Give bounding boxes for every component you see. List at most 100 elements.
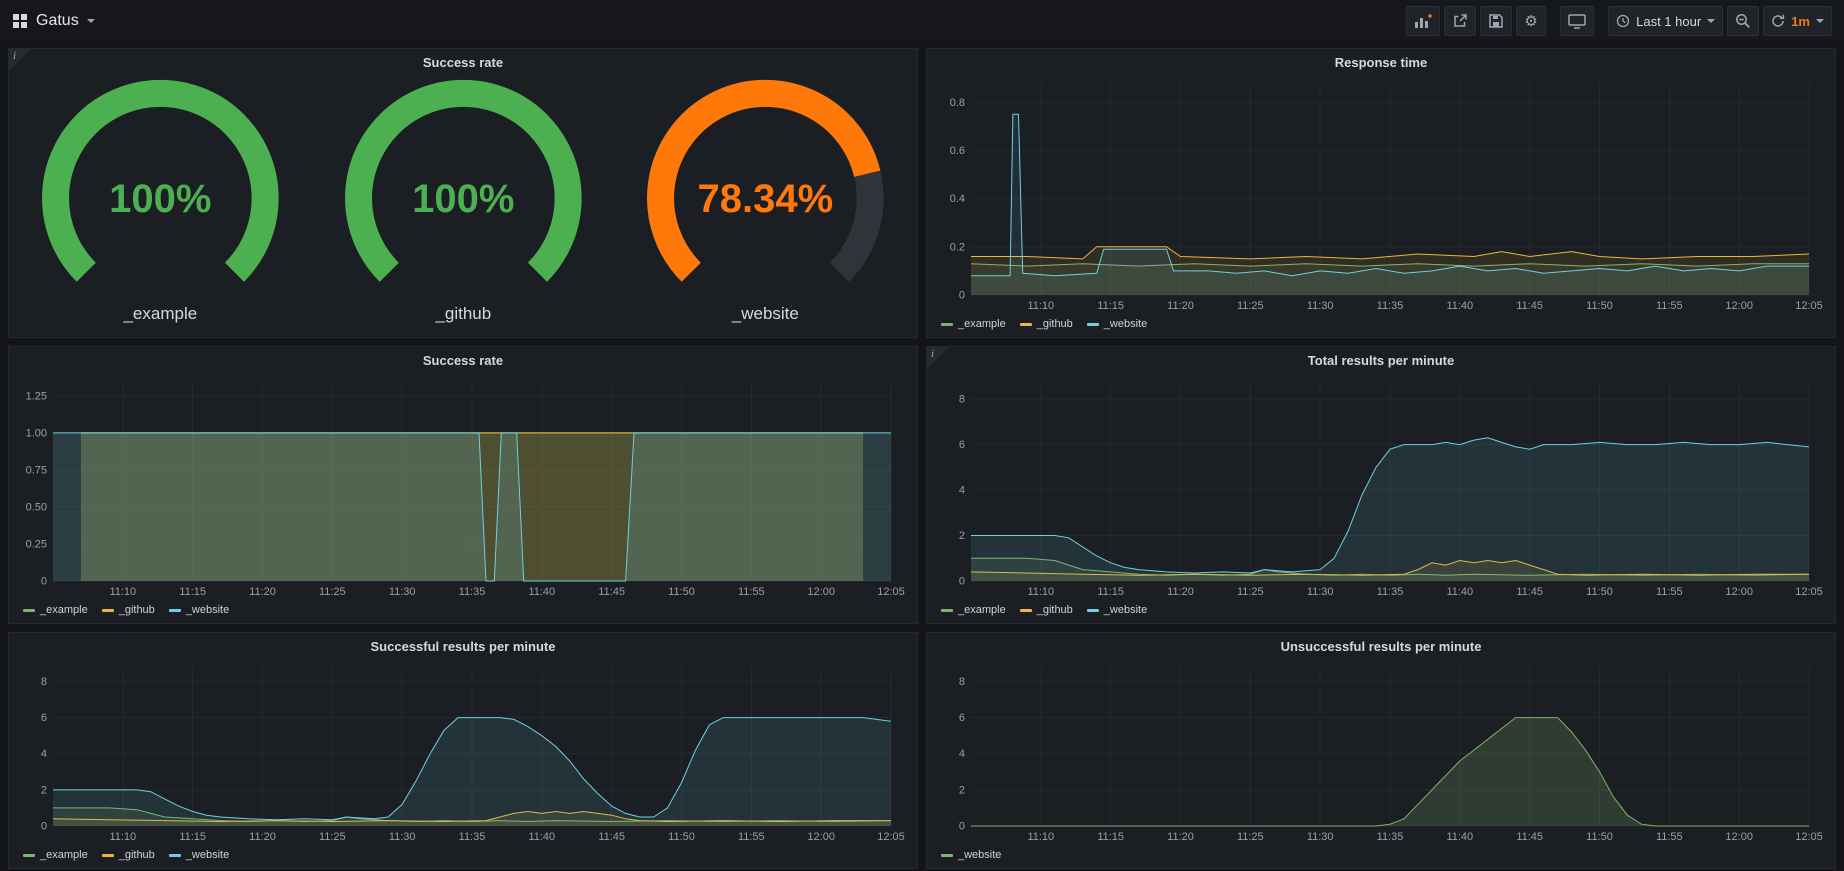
dashboard-title-caret-down-icon[interactable] xyxy=(87,19,95,23)
svg-text:0: 0 xyxy=(41,576,47,588)
svg-text:11:10: 11:10 xyxy=(1027,831,1054,843)
refresh-interval-label: 1m xyxy=(1791,14,1810,29)
panel-title[interactable]: Unsuccessful results per minute xyxy=(927,633,1835,659)
legend-item-_example[interactable]: _example xyxy=(23,604,88,616)
zoom-out-icon xyxy=(1735,13,1751,29)
legend-item-_website[interactable]: _website xyxy=(169,849,229,861)
panel-info-icon[interactable]: i xyxy=(927,347,949,369)
legend-label: _github xyxy=(1037,604,1073,616)
dashboards-grid-icon[interactable] xyxy=(12,13,28,29)
panel-info-icon[interactable]: i xyxy=(9,49,31,71)
series-color-swatch xyxy=(1087,609,1099,612)
svg-text:8: 8 xyxy=(959,394,965,406)
svg-text:11:10: 11:10 xyxy=(1027,586,1054,598)
series-color-swatch xyxy=(169,854,181,857)
chart-legend: _example _github _website xyxy=(15,601,911,621)
panel-title[interactable]: Successful results per minute xyxy=(9,633,917,659)
svg-text:12:05: 12:05 xyxy=(877,586,905,598)
series-color-swatch xyxy=(23,609,35,612)
legend-label: _example xyxy=(958,604,1006,616)
svg-text:6: 6 xyxy=(41,712,47,724)
svg-text:11:55: 11:55 xyxy=(738,831,765,843)
panel-title[interactable]: Response time xyxy=(927,49,1835,75)
svg-text:11:55: 11:55 xyxy=(1656,300,1683,312)
svg-text:11:10: 11:10 xyxy=(109,586,136,598)
series-color-swatch xyxy=(1020,323,1032,326)
svg-text:11:30: 11:30 xyxy=(1307,300,1334,312)
svg-text:11:35: 11:35 xyxy=(459,831,486,843)
series-color-swatch xyxy=(1020,609,1032,612)
svg-text:12:05: 12:05 xyxy=(1795,831,1823,843)
svg-text:11:25: 11:25 xyxy=(1237,586,1264,598)
svg-text:0.2: 0.2 xyxy=(950,241,965,253)
zoom-out-button[interactable] xyxy=(1727,6,1759,36)
share-button[interactable] xyxy=(1444,6,1476,36)
svg-text:11:25: 11:25 xyxy=(319,586,346,598)
tv-icon xyxy=(1568,14,1586,29)
legend-item-_github[interactable]: _github xyxy=(102,604,155,616)
svg-text:2: 2 xyxy=(959,530,965,542)
legend-item-_github[interactable]: _github xyxy=(1020,318,1073,330)
svg-text:11:50: 11:50 xyxy=(1586,586,1613,598)
legend-item-_website[interactable]: _website xyxy=(1087,604,1147,616)
panel-successful-results-per-minute: Successful results per minute 0246811:10… xyxy=(8,632,918,869)
gauge-label: _website xyxy=(731,304,799,323)
cycle-view-button[interactable] xyxy=(1560,6,1594,36)
chart-response-time[interactable]: 00.20.40.60.811:1011:1511:2011:2511:3011… xyxy=(933,75,1829,315)
svg-text:11:20: 11:20 xyxy=(249,831,276,843)
add-panel-button[interactable] xyxy=(1406,6,1440,36)
chart-unsuccessful-results-per-minute[interactable]: 0246811:1011:1511:2011:2511:3011:3511:40… xyxy=(933,659,1829,846)
chart-total-results-per-minute[interactable]: 0246811:1011:1511:2011:2511:3011:3511:40… xyxy=(933,373,1829,601)
legend-item-_example[interactable]: _example xyxy=(941,318,1006,330)
time-range-picker-button[interactable]: Last 1 hour xyxy=(1608,6,1723,36)
svg-text:11:40: 11:40 xyxy=(528,586,555,598)
share-icon xyxy=(1452,13,1468,29)
svg-text:11:40: 11:40 xyxy=(1446,300,1473,312)
svg-text:4: 4 xyxy=(959,748,965,760)
series-color-swatch xyxy=(102,609,114,612)
dashboard-title[interactable]: Gatus xyxy=(36,12,79,30)
gauge-_website[interactable]: 78.34%_website xyxy=(614,75,917,337)
svg-text:11:50: 11:50 xyxy=(668,586,695,598)
chart-successful-results-per-minute[interactable]: 0246811:1011:1511:2011:2511:3011:3511:40… xyxy=(15,659,911,846)
svg-text:11:15: 11:15 xyxy=(1097,300,1124,312)
svg-text:11:25: 11:25 xyxy=(1237,300,1264,312)
legend-item-_website[interactable]: _website xyxy=(941,849,1001,861)
dashboard-grid: i Success rate 100%_example100%_github78… xyxy=(0,42,1844,871)
refresh-button[interactable]: 1m xyxy=(1763,6,1832,36)
panel-title[interactable]: Success rate xyxy=(9,347,917,373)
legend-item-_example[interactable]: _example xyxy=(23,849,88,861)
clock-icon xyxy=(1616,14,1630,28)
save-button[interactable] xyxy=(1480,6,1512,36)
svg-text:2: 2 xyxy=(959,784,965,796)
settings-button[interactable]: ⚙ xyxy=(1516,6,1546,36)
gauge-_github[interactable]: 100%_github xyxy=(312,75,615,337)
legend-item-_github[interactable]: _github xyxy=(102,849,155,861)
svg-text:11:45: 11:45 xyxy=(598,831,625,843)
legend-label: _example xyxy=(958,318,1006,330)
legend-item-_github[interactable]: _github xyxy=(1020,604,1073,616)
series-color-swatch xyxy=(941,854,953,857)
svg-text:0.6: 0.6 xyxy=(950,145,965,157)
chart-legend: _example _github _website xyxy=(15,846,911,866)
panel-title[interactable]: Total results per minute xyxy=(927,347,1835,373)
legend-item-_website[interactable]: _website xyxy=(1087,318,1147,330)
svg-text:0.75: 0.75 xyxy=(26,464,47,476)
chart-legend: _website xyxy=(933,846,1829,866)
svg-text:11:55: 11:55 xyxy=(738,586,765,598)
legend-item-_example[interactable]: _example xyxy=(941,604,1006,616)
legend-item-_website[interactable]: _website xyxy=(169,604,229,616)
svg-text:11:15: 11:15 xyxy=(1097,586,1124,598)
svg-text:11:15: 11:15 xyxy=(179,586,206,598)
svg-text:0.8: 0.8 xyxy=(950,97,965,109)
svg-text:11:35: 11:35 xyxy=(1377,586,1404,598)
gauge-_example[interactable]: 100%_example xyxy=(9,75,312,337)
chart-success-rate[interactable]: 00.250.500.751.001.2511:1011:1511:2011:2… xyxy=(15,373,911,601)
svg-text:11:30: 11:30 xyxy=(389,831,416,843)
time-range-label: Last 1 hour xyxy=(1636,14,1701,29)
svg-text:0.25: 0.25 xyxy=(26,539,47,551)
svg-text:12:05: 12:05 xyxy=(877,831,905,843)
svg-text:4: 4 xyxy=(959,485,965,497)
panel-unsuccessful-results-per-minute: Unsuccessful results per minute 0246811:… xyxy=(926,632,1836,869)
panel-title[interactable]: Success rate xyxy=(9,49,917,75)
